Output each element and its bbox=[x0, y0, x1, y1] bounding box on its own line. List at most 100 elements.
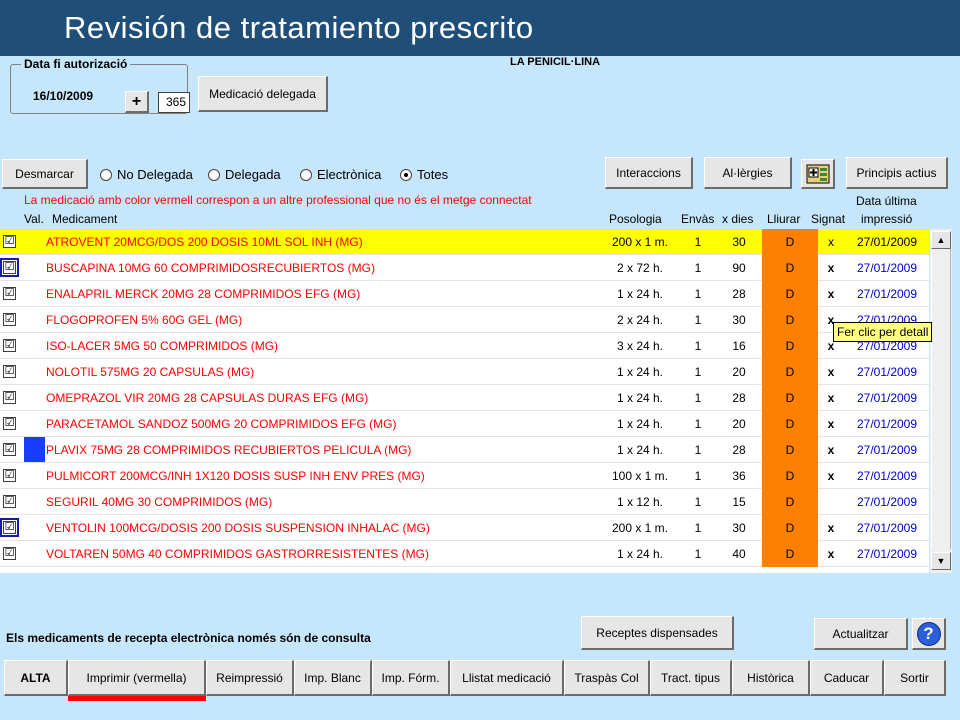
posologia-cell: 1 x 24 h. bbox=[616, 547, 664, 561]
medication-list-button[interactable]: Llistat medicació bbox=[450, 660, 564, 696]
col-header-data-line1: Data última bbox=[856, 194, 917, 208]
exit-button[interactable]: Sortir bbox=[884, 660, 946, 696]
row-checkbox[interactable]: ☑ bbox=[3, 235, 16, 248]
detail-tooltip: Fer clic per detall bbox=[833, 322, 933, 342]
col-header-signat: Signat bbox=[811, 212, 846, 226]
col-header-data-line2: impressió bbox=[861, 212, 913, 226]
signat-cell: x bbox=[827, 287, 835, 301]
col-header-envas: Envàs bbox=[681, 212, 715, 226]
dies-cell: 30 bbox=[732, 521, 746, 535]
table-row[interactable]: ☑ ISO-LACER 5MG 50 COMPRIMIDOS (MG) 3 x … bbox=[0, 333, 929, 359]
dies-cell: 30 bbox=[732, 235, 746, 249]
row-checkbox[interactable]: ☑ bbox=[3, 339, 16, 352]
medication-name: FLOGOPROFEN 5% 60G GEL (MG) bbox=[46, 313, 243, 327]
lliurar-cell[interactable]: D bbox=[762, 437, 818, 463]
lliurar-cell[interactable]: D bbox=[762, 281, 818, 307]
table-row[interactable]: ☑ BUSCAPINA 10MG 60 COMPRIMIDOSRECUBIERT… bbox=[0, 255, 929, 281]
days-input[interactable]: 365 bbox=[158, 92, 190, 113]
lliurar-cell[interactable]: D bbox=[762, 463, 818, 489]
row-checkbox[interactable]: ☑ bbox=[3, 547, 16, 560]
envasos-cell: 1 bbox=[694, 469, 702, 483]
table-scrollbar[interactable]: ▲ ▼ bbox=[930, 229, 952, 573]
table-row[interactable]: ☑ FLOGOPROFEN 5% 60G GEL (MG) 2 x 24 h. … bbox=[0, 307, 929, 333]
table-row[interactable]: ☑ PULMICORT 200MCG/INH 1X120 DOSIS SUSP … bbox=[0, 463, 929, 489]
medication-box-button[interactable] bbox=[801, 159, 835, 189]
signat-cell: x bbox=[827, 417, 835, 431]
add-days-button[interactable]: + bbox=[125, 91, 149, 113]
envasos-cell: 1 bbox=[694, 417, 702, 431]
table-row[interactable]: ☑ ATROVENT 20MCG/DOS 200 DOSIS 10ML SOL … bbox=[0, 229, 929, 255]
row-checkbox[interactable]: ☑ bbox=[3, 391, 16, 404]
row-checkbox[interactable]: ☑ bbox=[3, 287, 16, 300]
row-checkbox[interactable]: ☑ bbox=[3, 495, 16, 508]
medication-name: OMEPRAZOL VIR 20MG 28 CAPSULAS DURAS EFG… bbox=[46, 391, 369, 405]
update-button[interactable]: Actualitzar bbox=[814, 618, 908, 650]
radio-icon bbox=[100, 168, 112, 181]
signat-cell: x bbox=[827, 469, 835, 483]
print-red-button[interactable]: Imprimir (vermella) bbox=[68, 660, 206, 696]
window-title: Revisión de tratamiento prescrito bbox=[64, 10, 534, 45]
lliurar-cell[interactable]: D bbox=[762, 541, 818, 567]
interactions-button[interactable]: Interaccions bbox=[605, 157, 693, 189]
table-row[interactable]: ☑ OMEPRAZOL VIR 20MG 28 CAPSULAS DURAS E… bbox=[0, 385, 929, 411]
allergies-button[interactable]: Al·lèrgies bbox=[704, 157, 792, 189]
transfer-button[interactable]: Traspàs Col bbox=[564, 660, 650, 696]
row-checkbox[interactable]: ☑ bbox=[3, 365, 16, 378]
filter-totes[interactable]: Totes bbox=[400, 167, 448, 182]
print-form-button[interactable]: Imp. Fórm. bbox=[372, 660, 450, 696]
help-button[interactable]: ? bbox=[912, 618, 946, 650]
medication-name: PLAVIX 75MG 28 COMPRIMIDOS RECUBIERTOS P… bbox=[46, 443, 412, 457]
filter-electronica[interactable]: Electrònica bbox=[300, 167, 381, 182]
envasos-cell: 1 bbox=[694, 521, 702, 535]
lliurar-cell[interactable]: D bbox=[762, 333, 818, 359]
row-checkbox[interactable]: ☑ bbox=[3, 313, 16, 326]
medication-name: PULMICORT 200MCG/INH 1X120 DOSIS SUSP IN… bbox=[46, 469, 425, 483]
lliurar-cell[interactable]: D bbox=[762, 489, 818, 515]
alta-button[interactable]: ALTA bbox=[4, 660, 68, 696]
posologia-cell: 1 x 24 h. bbox=[616, 365, 664, 379]
posologia-cell: 200 x 1 m. bbox=[611, 521, 669, 535]
medication-box-icon bbox=[806, 164, 829, 183]
scroll-up-arrow-icon[interactable]: ▲ bbox=[931, 231, 951, 249]
print-blank-button[interactable]: Imp. Blanc bbox=[294, 660, 372, 696]
col-header-val: Val. bbox=[24, 212, 44, 226]
lliurar-cell[interactable]: D bbox=[762, 515, 818, 541]
table-row[interactable]: ☑ PARACETAMOL SANDOZ 500MG 20 COMPRIMIDO… bbox=[0, 411, 929, 437]
row-checkbox[interactable]: ☑ bbox=[0, 258, 19, 277]
medication-name: VOLTAREN 50MG 40 COMPRIMIDOS GASTRORRESI… bbox=[46, 547, 429, 561]
table-row[interactable]: ☑ PLAVIX 75MG 28 COMPRIMIDOS RECUBIERTOS… bbox=[0, 437, 929, 463]
row-checkbox[interactable]: ☑ bbox=[3, 469, 16, 482]
filter-delegada[interactable]: Delegada bbox=[208, 167, 281, 182]
unmark-button[interactable]: Desmarcar bbox=[2, 159, 88, 189]
dispensed-prescriptions-button[interactable]: Receptes dispensades bbox=[581, 616, 734, 650]
lliurar-cell[interactable]: D bbox=[762, 307, 818, 333]
footer-note: Els medicaments de recepta electrònica n… bbox=[6, 631, 371, 645]
dies-cell: 36 bbox=[732, 469, 746, 483]
table-row[interactable]: ☑ NOLOTIL 575MG 20 CAPSULAS (MG) 1 x 24 … bbox=[0, 359, 929, 385]
print-date-cell: 27/01/2009 bbox=[856, 495, 918, 509]
scroll-down-arrow-icon[interactable]: ▼ bbox=[931, 552, 951, 570]
treatment-types-button[interactable]: Tract. tipus bbox=[650, 660, 732, 696]
lliurar-cell[interactable]: D bbox=[762, 411, 818, 437]
row-checkbox[interactable]: ☑ bbox=[3, 417, 16, 430]
filter-no-delegada[interactable]: No Delegada bbox=[100, 167, 193, 182]
authorization-legend: Data fi autorizació bbox=[21, 57, 131, 71]
history-button[interactable]: Històrica bbox=[732, 660, 810, 696]
filter-label: No Delegada bbox=[117, 167, 193, 182]
lliurar-cell[interactable]: D bbox=[762, 359, 818, 385]
table-row[interactable]: ☑ SEGURIL 40MG 30 COMPRIMIDOS (MG) 1 x 1… bbox=[0, 489, 929, 515]
row-checkbox[interactable]: ☑ bbox=[3, 443, 16, 456]
active-principles-button[interactable]: Principis actius bbox=[846, 157, 948, 189]
table-row[interactable]: ☑ VENTOLIN 100MCG/DOSIS 200 DOSIS SUSPEN… bbox=[0, 515, 929, 541]
expire-button[interactable]: Caducar bbox=[810, 660, 884, 696]
print-date-cell: 27/01/2009 bbox=[856, 417, 918, 431]
lliurar-cell[interactable]: D bbox=[762, 255, 818, 281]
scroll-thumb[interactable] bbox=[931, 249, 951, 549]
table-row[interactable]: ☑ ENALAPRIL MERCK 20MG 28 COMPRIMIDOS EF… bbox=[0, 281, 929, 307]
reprint-button[interactable]: Reimpressió bbox=[206, 660, 294, 696]
table-row[interactable]: ☑ VOLTAREN 50MG 40 COMPRIMIDOS GASTRORRE… bbox=[0, 541, 929, 567]
delegated-medication-button[interactable]: Medicació delegada bbox=[198, 76, 328, 112]
row-checkbox[interactable]: ☑ bbox=[0, 518, 19, 537]
lliurar-cell[interactable]: D bbox=[762, 229, 818, 255]
lliurar-cell[interactable]: D bbox=[762, 385, 818, 411]
